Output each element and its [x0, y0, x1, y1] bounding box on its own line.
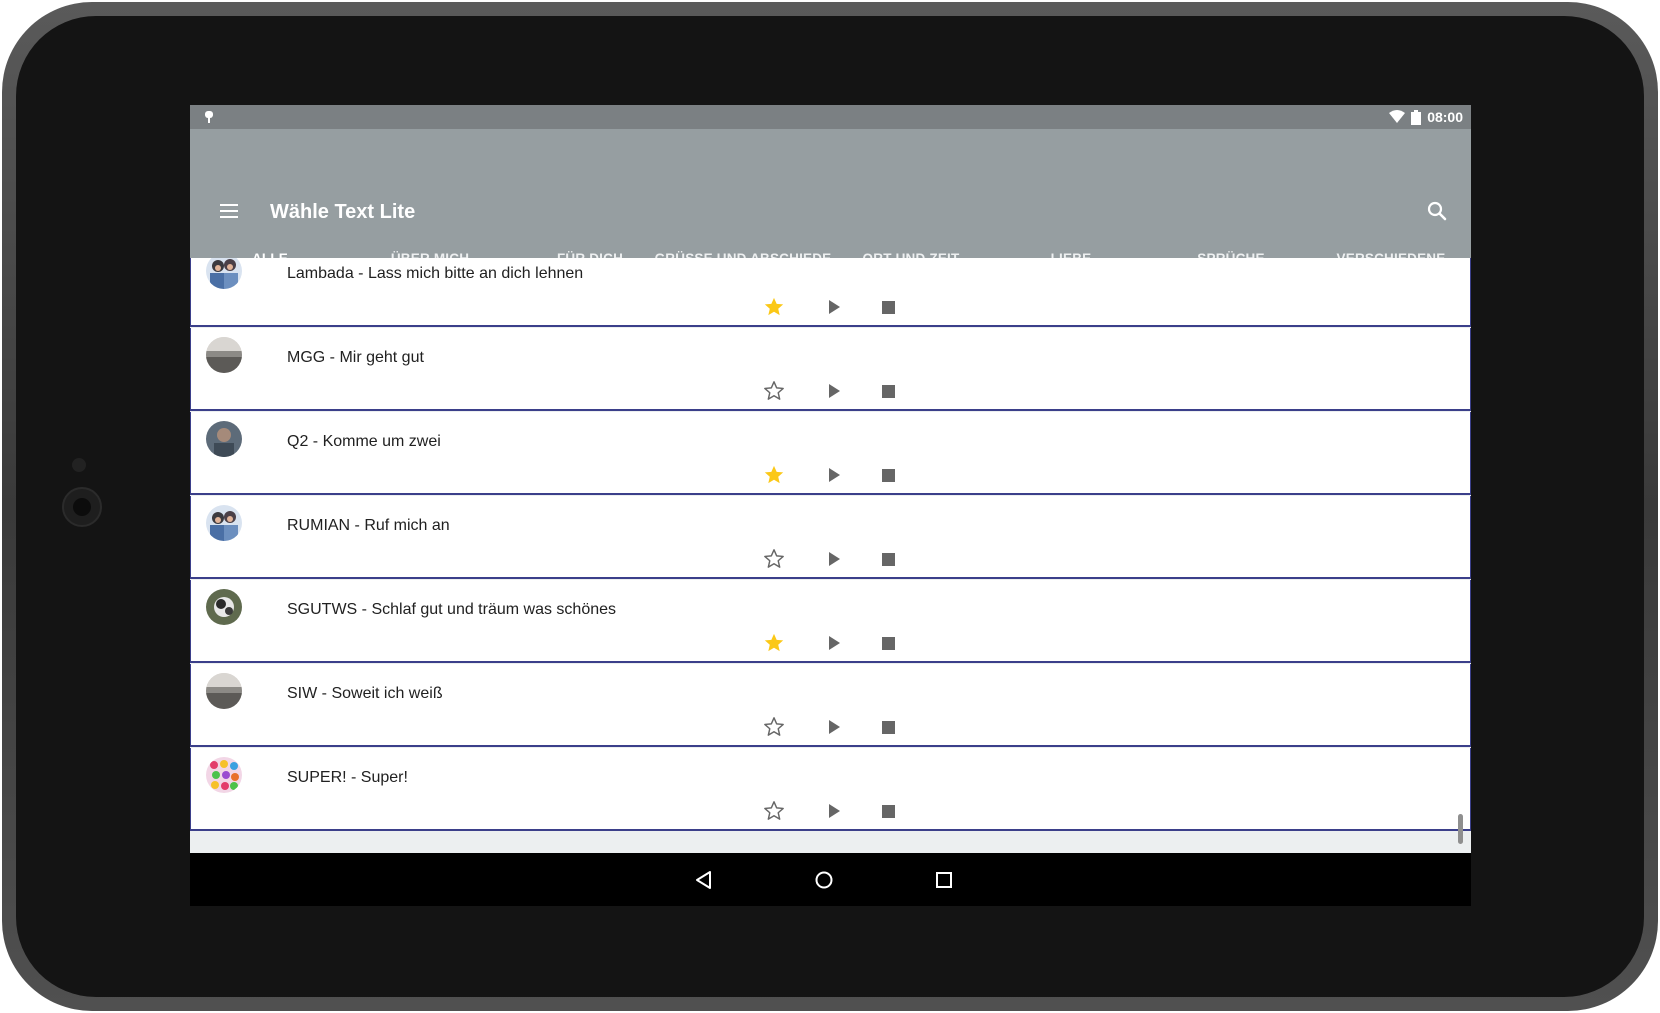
- status-bar: 08:00: [190, 105, 1471, 129]
- device-screen: 08:00 Wähle Text Lite ALLE ÜBER MICH FÜR…: [190, 105, 1471, 906]
- item-title: RUMIAN - Ruf mich an: [287, 517, 450, 534]
- status-right: 08:00: [1389, 105, 1463, 129]
- android-debug-icon: [205, 111, 213, 123]
- app-bar: Wähle Text Lite ALLE ÜBER MICH FÜR DICH …: [190, 129, 1471, 282]
- search-icon[interactable]: [1425, 199, 1449, 223]
- list-item[interactable]: Lambada - Lass mich bitte an dich lehnen: [190, 258, 1471, 327]
- app-title: Wähle Text Lite: [270, 201, 416, 223]
- favorite-star-outline-icon[interactable]: [759, 544, 789, 574]
- avatar: [206, 589, 242, 625]
- avatar: [206, 757, 242, 793]
- item-title: Lambada - Lass mich bitte an dich lehnen: [287, 265, 584, 282]
- front-camera: [62, 487, 102, 527]
- hamburger-menu-icon[interactable]: [218, 202, 240, 220]
- item-title: SIW - Soweit ich weiß: [287, 685, 443, 702]
- play-icon[interactable]: [819, 292, 849, 322]
- favorite-star-outline-icon[interactable]: [759, 712, 789, 742]
- wifi-icon: [1389, 110, 1406, 123]
- item-title: Q2 - Komme um zwei: [287, 433, 441, 450]
- avatar: [206, 505, 242, 541]
- favorite-star-icon[interactable]: [759, 628, 789, 658]
- item-title: SGUTWS - Schlaf gut und träum was schöne…: [287, 601, 617, 618]
- item-actions: [191, 712, 1470, 742]
- stop-icon[interactable]: [873, 796, 903, 826]
- stop-icon[interactable]: [873, 544, 903, 574]
- avatar: [206, 258, 242, 289]
- play-icon[interactable]: [819, 376, 849, 406]
- navigation-bar: [190, 853, 1471, 906]
- status-time: 08:00: [1427, 109, 1463, 125]
- item-title: SUPER! - Super!: [287, 769, 408, 786]
- favorite-star-outline-icon[interactable]: [759, 796, 789, 826]
- avatar: [206, 421, 242, 457]
- message-list[interactable]: Lambada - Lass mich bitte an dich lehnen: [190, 258, 1471, 853]
- item-actions: [191, 292, 1470, 322]
- stop-icon[interactable]: [873, 376, 903, 406]
- back-triangle-icon[interactable]: [691, 867, 717, 893]
- list-item[interactable]: SUPER! - Super!: [190, 748, 1471, 831]
- recents-square-icon[interactable]: [931, 867, 957, 893]
- favorite-star-icon[interactable]: [759, 292, 789, 322]
- avatar: [206, 673, 242, 709]
- list-item[interactable]: Q2 - Komme um zwei: [190, 412, 1471, 495]
- list-item[interactable]: MGG - Mir geht gut: [190, 328, 1471, 411]
- stop-icon[interactable]: [873, 460, 903, 490]
- stop-icon[interactable]: [873, 628, 903, 658]
- favorite-star-outline-icon[interactable]: [759, 376, 789, 406]
- play-icon[interactable]: [819, 544, 849, 574]
- play-icon[interactable]: [819, 460, 849, 490]
- item-actions: [191, 628, 1470, 658]
- list-item[interactable]: SGUTWS - Schlaf gut und träum was schöne…: [190, 580, 1471, 663]
- scrollbar-thumb[interactable]: [1458, 814, 1463, 844]
- favorite-star-icon[interactable]: [759, 460, 789, 490]
- avatar: [206, 337, 242, 373]
- home-circle-icon[interactable]: [811, 867, 837, 893]
- play-icon[interactable]: [819, 796, 849, 826]
- item-actions: [191, 376, 1470, 406]
- stop-icon[interactable]: [873, 292, 903, 322]
- item-title: MGG - Mir geht gut: [287, 349, 424, 366]
- stop-icon[interactable]: [873, 712, 903, 742]
- play-icon[interactable]: [819, 628, 849, 658]
- play-icon[interactable]: [819, 712, 849, 742]
- list-item[interactable]: RUMIAN - Ruf mich an: [190, 496, 1471, 579]
- light-sensor: [72, 458, 86, 472]
- item-actions: [191, 796, 1470, 826]
- battery-icon: [1411, 109, 1422, 125]
- item-actions: [191, 544, 1470, 574]
- item-actions: [191, 460, 1470, 490]
- list-item[interactable]: SIW - Soweit ich weiß: [190, 664, 1471, 747]
